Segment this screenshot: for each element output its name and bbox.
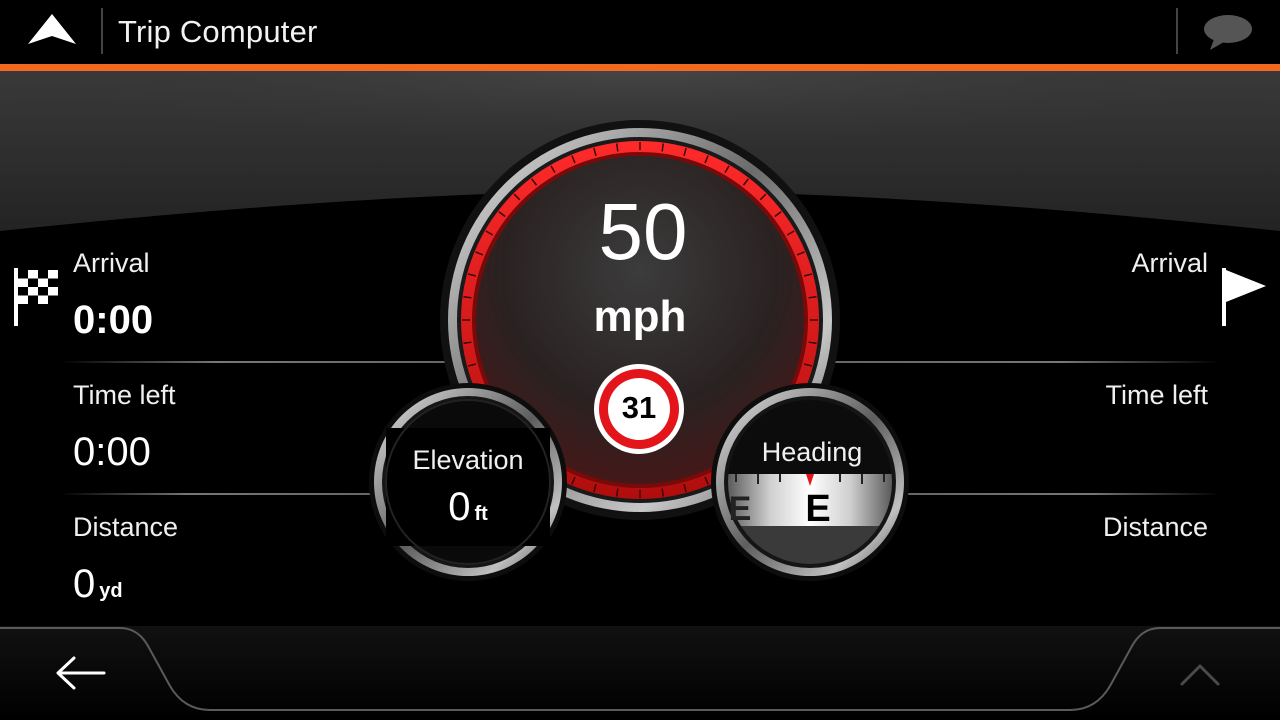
left-time-left-label: Time left — [73, 380, 176, 410]
accent-bar — [0, 64, 1280, 71]
left-divider-2 — [60, 493, 380, 495]
header-divider — [101, 8, 103, 54]
speed-unit: mph — [593, 292, 687, 341]
heading-compass-gauge — [711, 383, 909, 581]
right-distance-label: Distance — [1102, 512, 1208, 542]
right-divider-1 — [830, 361, 1220, 363]
speech-bubble-icon[interactable] — [1200, 12, 1256, 52]
heading-side-letter: E — [728, 490, 752, 528]
speedometer-tick — [616, 143, 619, 152]
heading-direction: E — [805, 488, 831, 530]
header-divider-right — [1176, 8, 1178, 54]
right-divider-2 — [900, 493, 1220, 495]
speedometer-tick — [661, 143, 664, 152]
heading-label: Heading — [761, 437, 863, 467]
top-bar: Trip Computer — [0, 0, 1280, 71]
right-arrival-label: Arrival — [1131, 248, 1208, 278]
elevation-gauge — [369, 383, 567, 581]
speedometer-tick — [616, 488, 619, 497]
left-distance-label: Distance — [73, 512, 179, 542]
elevation-unit: ft — [474, 503, 488, 525]
elevation-value: 0 ft — [368, 485, 568, 530]
elevation-label: Elevation — [412, 445, 524, 475]
speedometer-tick — [661, 488, 664, 497]
speed-limit-value: 31 — [621, 390, 657, 425]
left-arrival-label: Arrival — [73, 248, 150, 278]
left-divider-1 — [60, 361, 450, 363]
elevation-number: 0 — [448, 485, 471, 529]
speedometer-tick — [463, 341, 472, 344]
right-time-left-label: Time left — [1105, 380, 1208, 410]
left-time-left-value: 0:00 — [73, 430, 151, 474]
page-title: Trip Computer — [118, 14, 318, 49]
bottom-bar — [0, 626, 1280, 720]
distance-number: 0 — [73, 562, 96, 606]
navigation-arrow-icon[interactable] — [26, 12, 78, 48]
back-arrow-icon[interactable] — [52, 650, 108, 696]
chevron-up-icon[interactable] — [1176, 656, 1224, 692]
distance-unit: yd — [99, 580, 123, 602]
left-distance-value: 0 yd — [73, 562, 123, 607]
speedometer-tick — [808, 341, 817, 344]
